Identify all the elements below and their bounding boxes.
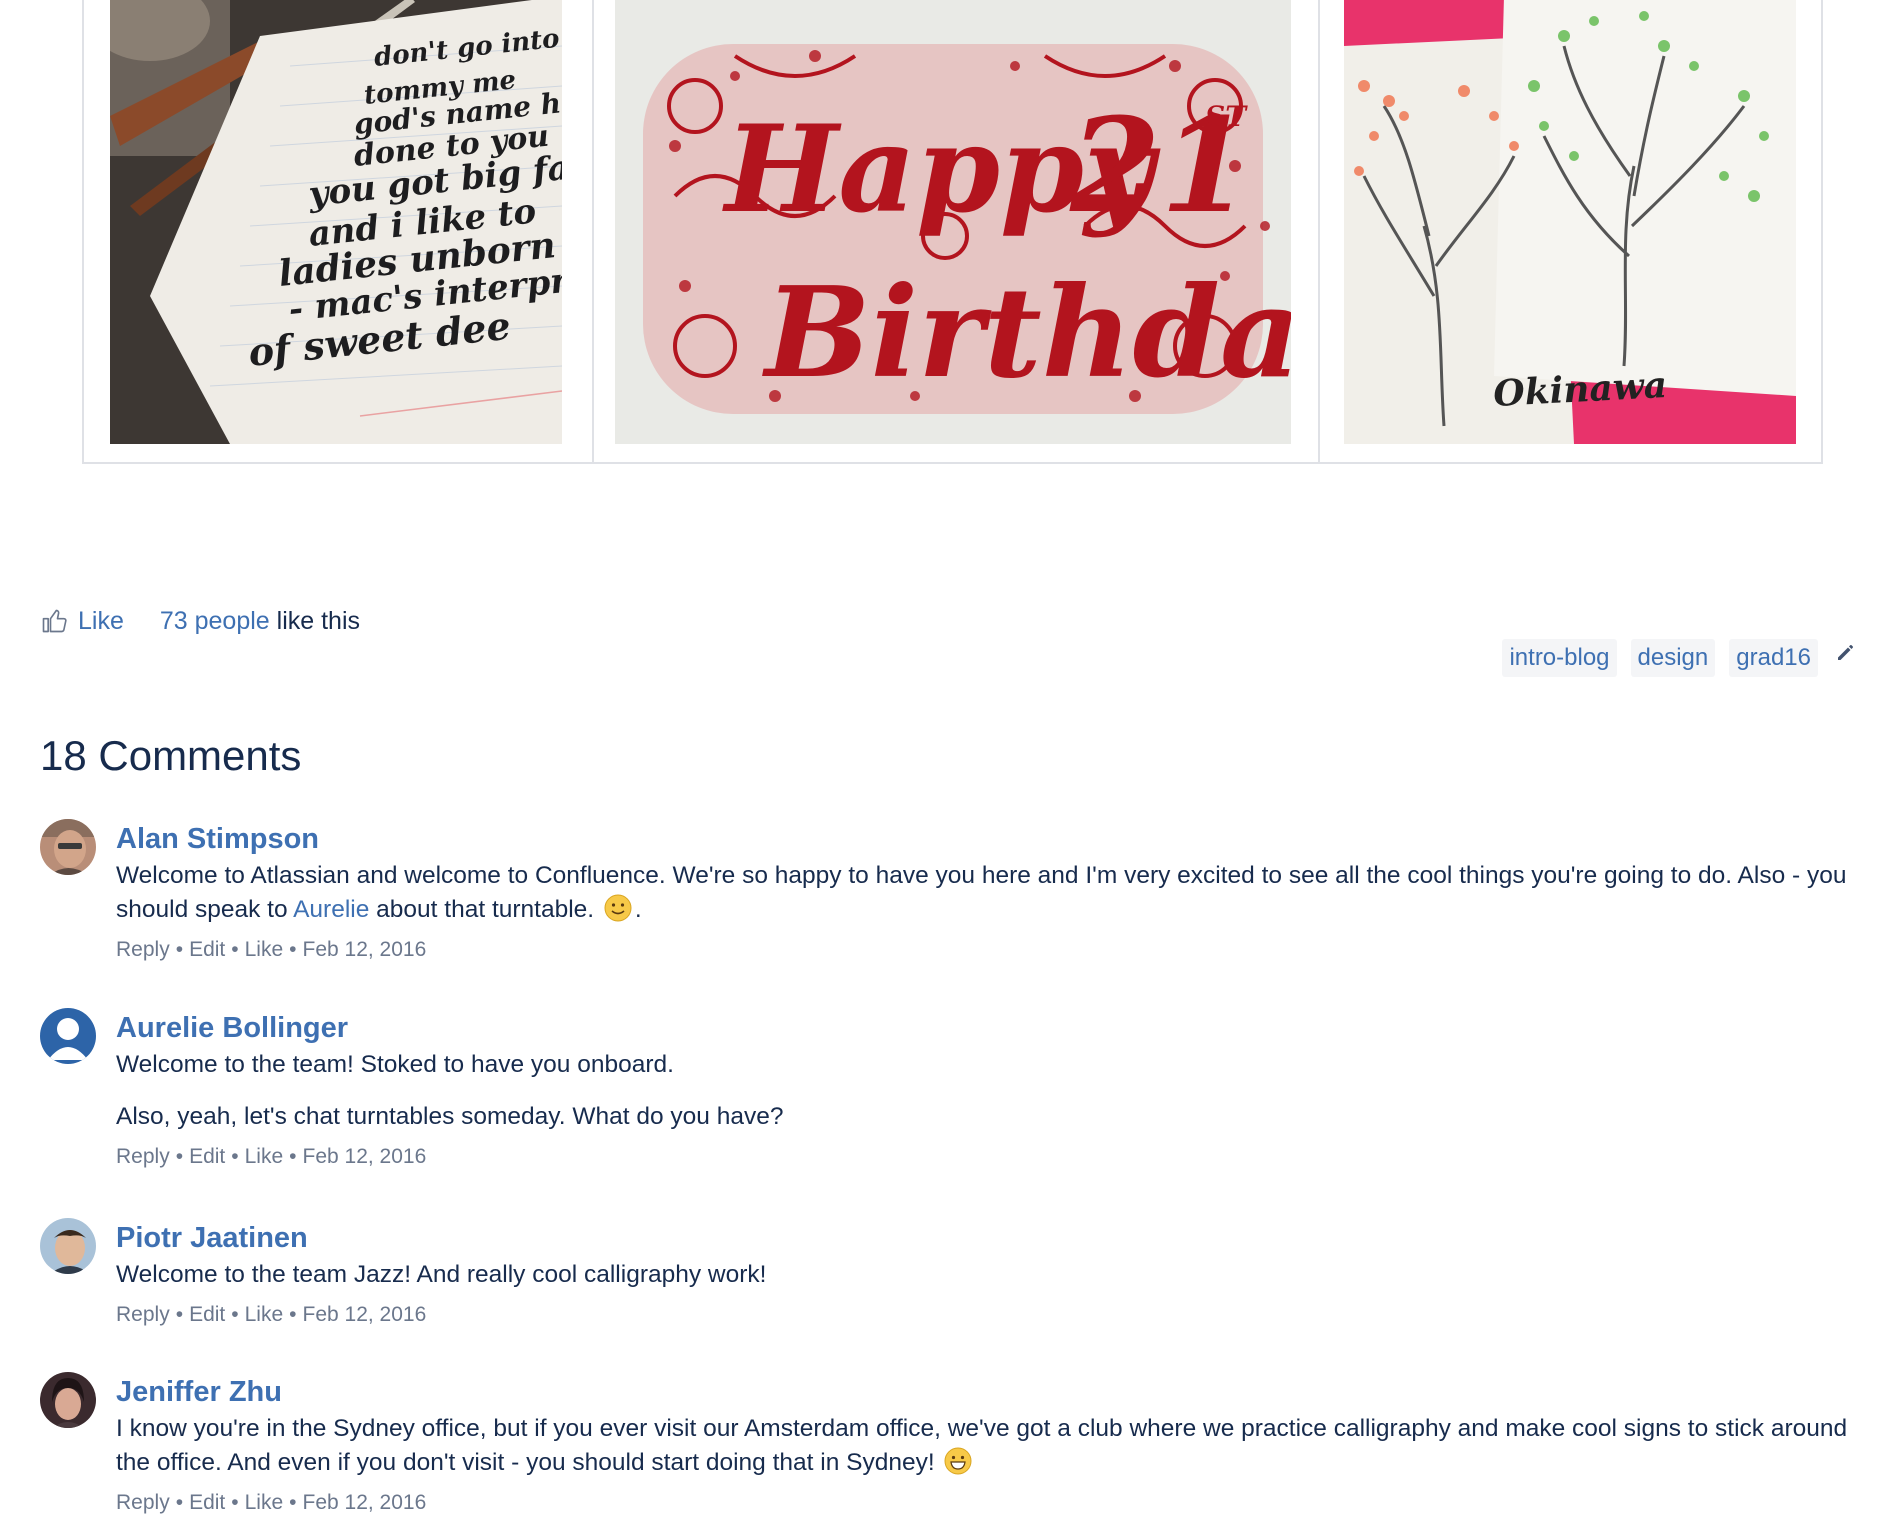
gallery-cell-2: Happy 21 ST Birthday [592,0,1320,462]
edit-link[interactable]: Edit [189,1491,225,1514]
comment-body: Welcome to the team Jazz! And really coo… [116,1261,767,1288]
comments-title: 18 Comments [40,732,302,779]
tree-cards-photo[interactable]: Okinawa [1344,0,1796,444]
avatar[interactable] [40,1372,96,1428]
happy-birthday-lettering-photo[interactable]: Happy 21 ST Birthday [615,0,1291,444]
avatar[interactable] [40,819,96,875]
like-count-suffix: like this [269,606,361,635]
likers-link[interactable]: 73 people [160,607,270,635]
lettering-st: ST [1205,100,1248,133]
comment-actions: Reply • Edit • Like • Feb 12, 2016 [116,1491,427,1514]
avatar[interactable] [40,1008,96,1064]
reply-link[interactable]: Reply [116,938,170,961]
reply-link[interactable]: Reply [116,1145,170,1168]
comment-date[interactable]: Feb 12, 2016 [303,1303,427,1326]
thumbs-up-icon [42,609,67,633]
comment-actions: Reply • Edit • Like • Feb 12, 2016 [116,1303,427,1326]
like-link[interactable]: Like [245,1145,284,1168]
edit-link[interactable]: Edit [189,1145,225,1168]
like-link[interactable]: Like [245,938,284,961]
comment-author[interactable]: Alan Stimpson [116,819,319,859]
comment-body-paragraph-2: Also, yeah, let's chat turntables someda… [116,1103,784,1130]
comment-actions: Reply • Edit • Like • Feb 12, 2016 [116,938,427,961]
labels-list: intro-blog design grad16 [1488,639,1858,677]
label-intro-blog[interactable]: intro-blog [1502,639,1617,677]
like-link[interactable]: Like [245,1303,284,1326]
comment-body: I know you're in the Sydney office, but … [116,1415,1848,1476]
like-row: Like 73 people like this [40,603,360,639]
edit-link[interactable]: Edit [189,938,225,961]
reply-link[interactable]: Reply [116,1491,170,1514]
comment-body: Welcome to Atlassian and welcome to Conf… [116,862,1847,923]
label-design[interactable]: design [1630,639,1716,677]
comment-author[interactable]: Piotr Jaatinen [116,1218,308,1258]
edit-link[interactable]: Edit [189,1303,225,1326]
mention-link[interactable]: Aurelie [293,896,369,923]
comment-body-paragraph-1: Welcome to the team! Stoked to have you … [116,1051,674,1078]
comment-date[interactable]: Feb 12, 2016 [303,1145,427,1168]
label-grad16[interactable]: grad16 [1729,639,1818,677]
like-label: Like [78,606,124,635]
pencil-icon[interactable] [1834,640,1858,664]
calligraphy-notebook-photo[interactable]: don't go into th tommy me god's name h d… [110,0,562,444]
comment-author[interactable]: Aurelie Bollinger [116,1008,348,1048]
like-count: 73 people like this [160,607,360,636]
grin-emoji-icon [944,1447,972,1475]
image-gallery: don't go into th tommy me god's name h d… [82,0,1823,464]
comment-author[interactable]: Jeniffer Zhu [116,1372,282,1412]
reply-link[interactable]: Reply [116,1303,170,1326]
avatar[interactable] [40,1218,96,1274]
like-button[interactable]: Like [40,607,124,636]
comment-date[interactable]: Feb 12, 2016 [303,1491,427,1514]
like-link[interactable]: Like [245,1491,284,1514]
comment-date[interactable]: Feb 12, 2016 [303,938,427,961]
gallery-cell-3: Okinawa [1318,0,1823,462]
smile-emoji-icon [604,894,632,922]
comment-actions: Reply • Edit • Like • Feb 12, 2016 [116,1145,427,1168]
gallery-cell-1: don't go into th tommy me god's name h d… [84,0,594,462]
lettering-birthday: Birthday [762,260,1291,406]
